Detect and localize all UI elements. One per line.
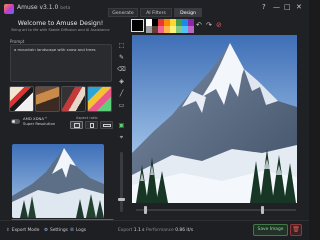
design-canvas[interactable]	[132, 35, 297, 203]
brush-size-handle[interactable]	[118, 198, 125, 201]
tab-ai-filters[interactable]: AI Filters	[140, 8, 172, 17]
prompt-input[interactable]: a mountain landscape with snow and trees	[10, 44, 112, 82]
style-card-1[interactable]	[9, 86, 34, 112]
input-sketch-preview[interactable]	[12, 144, 104, 218]
canvas-range-slider[interactable]	[136, 209, 296, 211]
minimize-icon[interactable]: —	[273, 3, 280, 12]
export-icon: ⇪	[6, 228, 10, 233]
help-icon[interactable]: ?	[262, 3, 266, 12]
aspect-landscape-button[interactable]	[100, 121, 113, 129]
preview-mountain-image	[12, 144, 104, 218]
brush-tool-icon[interactable]: ✎	[116, 53, 127, 63]
portrait-icon	[90, 123, 94, 128]
color-swatch[interactable]	[188, 19, 194, 26]
canvas-mountain-image	[132, 35, 297, 203]
eyedropper-tool-icon[interactable]: ⌖	[116, 133, 127, 143]
aspect-ratio-label: Aspect ratio	[76, 116, 98, 120]
export-mode-label: Export Mode	[11, 228, 40, 233]
settings-label: Settings	[49, 228, 68, 233]
app-version: v3.1.0	[39, 4, 59, 11]
select-tool-icon[interactable]: ⬚	[116, 41, 127, 51]
save-image-label: Save Image	[257, 227, 284, 232]
app-version-suffix: beta	[60, 6, 71, 11]
left-panel: Welcome to Amuse Design! Bring art to li…	[8, 18, 114, 233]
title-bar: Amuse v3.1.0 beta Generate AI Filters De…	[0, 0, 309, 18]
brush-size-slider[interactable]	[120, 152, 123, 212]
welcome-title: Welcome to Amuse Design!	[17, 20, 104, 27]
maximize-icon[interactable]: □	[284, 3, 291, 12]
shape-tool-icon[interactable]: ▭	[116, 101, 127, 111]
export-time-value: 1.1 s	[133, 228, 145, 233]
performance-label: Performance	[146, 228, 174, 233]
logs-icon: ☰	[70, 228, 74, 233]
tab-generate[interactable]: Generate	[108, 8, 138, 17]
settings-button[interactable]: ⚙ Settings	[44, 227, 68, 235]
aspect-square-button[interactable]	[70, 121, 83, 129]
export-time-label: Export	[118, 228, 133, 233]
style-card-2[interactable]	[35, 86, 60, 112]
color-swatch[interactable]	[188, 26, 194, 33]
line-tool-icon[interactable]: ╱	[116, 89, 127, 99]
welcome-subtitle: Bring art to life with Stable Diffusion …	[11, 28, 110, 32]
logs-button[interactable]: ☰ Logs	[70, 227, 86, 235]
primary-color-swatch[interactable]	[131, 19, 144, 32]
fill-tool-icon[interactable]: ◈	[116, 77, 127, 87]
upscaler-label: AMD XDNA™ Super Resolution	[23, 116, 56, 126]
canvas-range-handle-end[interactable]	[260, 206, 264, 214]
save-image-button[interactable]: Save Image	[253, 224, 288, 236]
aspect-portrait-button[interactable]	[85, 121, 98, 129]
app-name: Amuse	[17, 4, 38, 11]
delete-icon[interactable]: 🗑	[290, 224, 302, 236]
export-time-status: Export 1.1 s	[118, 227, 144, 235]
redo-icon[interactable]: ↷	[206, 21, 212, 30]
style-card-3[interactable]	[61, 86, 86, 112]
upscaler-label-line2: Super Resolution	[23, 120, 56, 126]
amuse-logo-icon	[4, 4, 14, 14]
performance-value: 0.86 it/s	[175, 228, 194, 233]
app-window: Amuse v3.1.0 beta Generate AI Filters De…	[0, 0, 309, 240]
clear-canvas-icon[interactable]: ⊘	[216, 21, 222, 30]
status-bar: ⇪ Export Mode ⚙ Settings ☰ Logs Export 1.1 …	[0, 220, 309, 240]
undo-icon[interactable]: ↶	[196, 21, 202, 30]
upscaler-toggle[interactable]	[11, 119, 20, 124]
style-card-4[interactable]	[87, 86, 112, 112]
image-tool-icon[interactable]: ▣	[116, 121, 127, 131]
app-title: Amuse v3.1.0 beta	[17, 4, 70, 11]
aspect-ratio-group	[70, 121, 113, 129]
style-presets	[9, 86, 113, 112]
square-icon	[74, 123, 80, 128]
tab-design[interactable]: Design	[174, 8, 202, 17]
performance-status: Performance 0.86 it/s	[146, 227, 193, 235]
prompt-text: a mountain landscape with snow and trees	[14, 47, 96, 52]
mode-tabs: Generate AI Filters Design	[108, 8, 204, 17]
close-icon[interactable]: ✕	[296, 3, 302, 12]
gear-icon: ⚙	[44, 228, 48, 233]
eraser-tool-icon[interactable]: ⌫	[116, 65, 127, 75]
landscape-icon	[103, 124, 111, 127]
color-palette	[146, 19, 194, 33]
logs-label: Logs	[75, 228, 87, 233]
export-mode-button[interactable]: ⇪ Export Mode	[6, 227, 39, 235]
canvas-range-handle-start[interactable]	[144, 206, 147, 214]
